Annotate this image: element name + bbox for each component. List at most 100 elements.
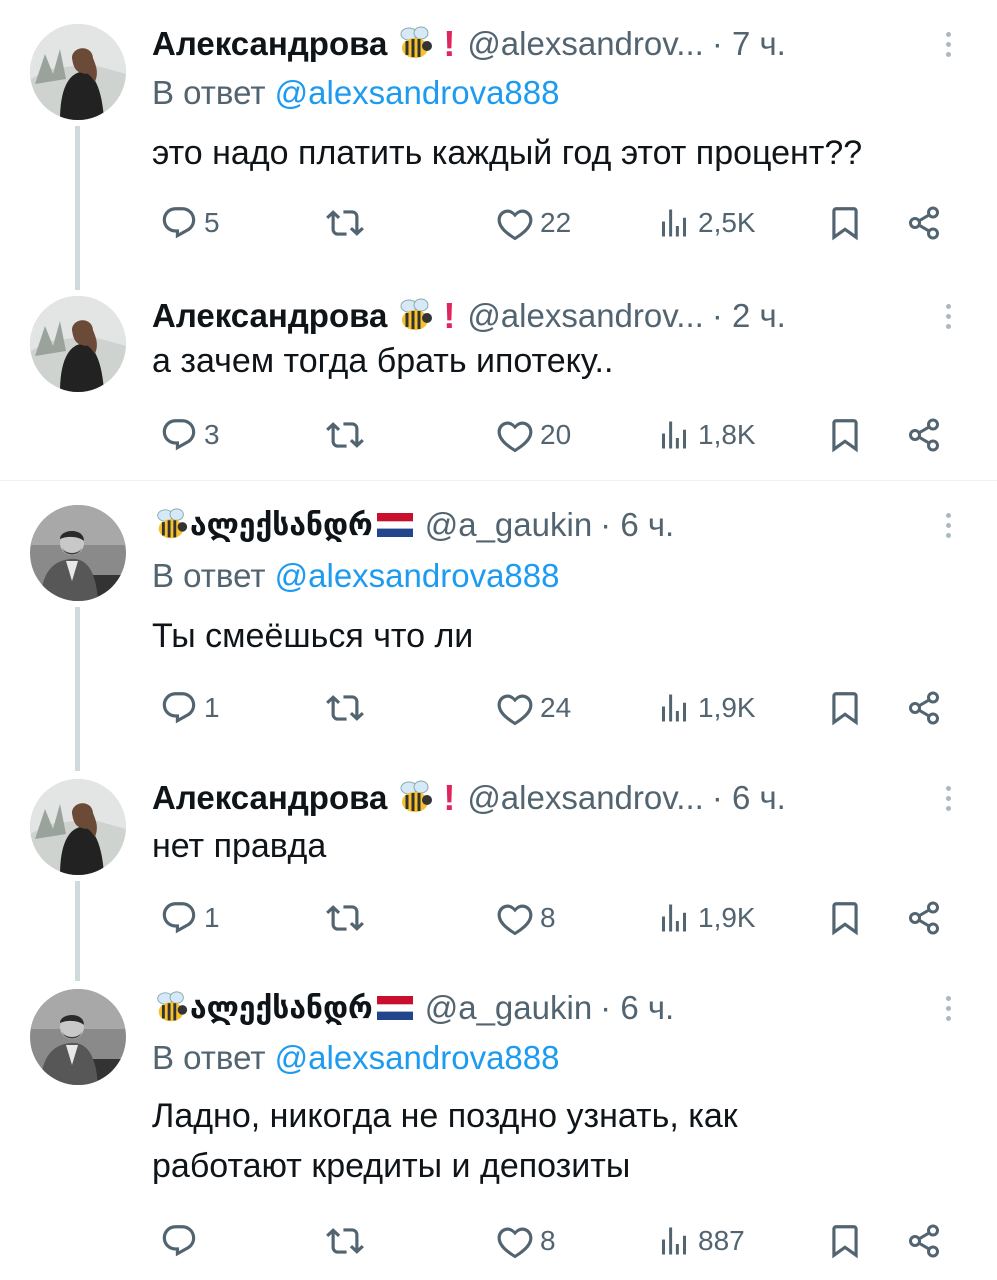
views-icon [656, 205, 692, 241]
more-vertical-icon[interactable] [930, 507, 966, 543]
retweet-button[interactable] [326, 198, 370, 248]
netherlands-flag-icon [377, 996, 413, 1020]
display-name[interactable]: Александрова [152, 25, 387, 63]
reply-mention-link[interactable]: @alexsandrova888 [275, 1039, 560, 1076]
like-button[interactable]: 8 [496, 1216, 556, 1266]
tweet-text: нет правда [152, 827, 327, 865]
action-bar: 8 887 [0, 1216, 997, 1266]
heart-icon [496, 1222, 534, 1260]
like-count: 22 [540, 207, 572, 238]
reply-mention-link[interactable]: @alexsandrova888 [275, 74, 560, 111]
avatar[interactable] [30, 779, 126, 875]
bookmark-button[interactable] [826, 198, 864, 248]
views-icon [656, 417, 692, 453]
retweet-button[interactable] [326, 410, 370, 460]
handle[interactable]: @a_gaukin [425, 989, 592, 1027]
retweet-icon [326, 204, 364, 242]
avatar[interactable] [30, 505, 126, 601]
like-count: 24 [540, 692, 572, 723]
bookmark-button[interactable] [826, 410, 864, 460]
share-icon [906, 1223, 942, 1259]
more-vertical-icon[interactable] [930, 298, 966, 334]
tweet-text: Ты смеёшься что ли [152, 617, 474, 655]
like-button[interactable]: 8 [496, 893, 556, 943]
display-name[interactable]: ალექსანდრ [190, 991, 373, 1026]
bookmark-button[interactable] [826, 683, 864, 733]
views-button[interactable]: 1,9K [656, 893, 756, 943]
tweet-text: Ладно, никогда не поздно узнать, как раб… [152, 1091, 972, 1191]
timestamp[interactable]: · 7 ч. [712, 25, 786, 63]
bookmark-button[interactable] [826, 893, 864, 943]
views-button[interactable]: 1,9K [656, 683, 756, 733]
heart-icon [496, 899, 534, 937]
share-button[interactable] [906, 198, 942, 248]
reply-icon [160, 689, 198, 727]
tweet-5[interactable]: ალექსანდრ @a_gaukin · 6 ч. В ответ @alex… [0, 981, 997, 1280]
avatar[interactable] [30, 989, 126, 1085]
action-bar: 5 22 2,5K [0, 198, 997, 248]
bookmark-button[interactable] [826, 1216, 864, 1266]
tweet-header: Александрова ! @alexsandrov... · 2 ч. [152, 294, 786, 338]
handle[interactable]: @alexsandrov... [467, 25, 704, 63]
more-vertical-icon[interactable] [930, 990, 966, 1026]
more-vertical-icon[interactable] [930, 26, 966, 62]
share-button[interactable] [906, 1216, 942, 1266]
views-button[interactable]: 2,5K [656, 198, 756, 248]
views-button[interactable]: 887 [656, 1216, 745, 1266]
timestamp[interactable]: · 2 ч. [712, 297, 786, 335]
timestamp[interactable]: · 6 ч. [600, 506, 674, 544]
bee-emoji-icon [152, 506, 190, 544]
bookmark-icon [826, 689, 864, 727]
like-button[interactable]: 24 [496, 683, 571, 733]
handle[interactable]: @a_gaukin [425, 506, 592, 544]
reply-count: 3 [204, 419, 220, 450]
tweet-1[interactable]: Александрова ! @alexsandrov... · 7 ч. В … [0, 0, 997, 290]
avatar[interactable] [30, 24, 126, 120]
timestamp[interactable]: · 6 ч. [600, 989, 674, 1027]
reply-button[interactable]: 3 [160, 410, 220, 460]
share-icon [906, 417, 942, 453]
tweet-text: а зачем тогда брать ипотеку.. [152, 342, 614, 380]
tweet-header: Александрова ! @alexsandrov... · 6 ч. [152, 776, 786, 820]
like-count: 8 [540, 902, 556, 933]
heart-icon [496, 204, 534, 242]
share-button[interactable] [906, 893, 942, 943]
views-icon [656, 690, 692, 726]
display-name[interactable]: Александрова [152, 297, 387, 335]
views-button[interactable]: 1,8K [656, 410, 756, 460]
views-icon [656, 1223, 692, 1259]
display-name[interactable]: Александрова [152, 779, 387, 817]
action-bar: 1 24 1,9K [0, 683, 997, 733]
reply-button[interactable]: 1 [160, 683, 220, 733]
reply-context: В ответ @alexsandrova888 [152, 74, 560, 112]
bee-emoji-icon [395, 296, 435, 336]
retweet-button[interactable] [326, 1216, 370, 1266]
share-button[interactable] [906, 410, 942, 460]
display-name[interactable]: ალექსანდრ [190, 508, 373, 543]
tweet-4[interactable]: Александрова ! @alexsandrov... · 6 ч. не… [0, 771, 997, 981]
reply-icon [160, 416, 198, 454]
reply-mention-link[interactable]: @alexsandrova888 [275, 557, 560, 594]
reply-context: В ответ @alexsandrova888 [152, 557, 560, 595]
handle[interactable]: @alexsandrov... [467, 297, 704, 335]
avatar[interactable] [30, 296, 126, 392]
reply-button[interactable] [160, 1216, 204, 1266]
reply-label: В ответ [152, 1039, 266, 1076]
like-count: 8 [540, 1225, 556, 1256]
timestamp[interactable]: · 6 ч. [712, 779, 786, 817]
reply-button[interactable]: 1 [160, 893, 220, 943]
tweet-3[interactable]: ალექსანდრ @a_gaukin · 6 ч. В ответ @alex… [0, 481, 997, 771]
tweet-text-line: работают кредиты и депозиты [152, 1147, 631, 1185]
like-button[interactable]: 20 [496, 410, 571, 460]
views-count: 2,5K [698, 207, 756, 238]
bee-emoji-icon [395, 24, 435, 64]
handle[interactable]: @alexsandrov... [467, 779, 704, 817]
more-vertical-icon[interactable] [930, 780, 966, 816]
share-button[interactable] [906, 683, 942, 733]
retweet-button[interactable] [326, 683, 370, 733]
like-button[interactable]: 22 [496, 198, 571, 248]
tweet-2[interactable]: Александрова ! @alexsandrov... · 2 ч. а … [0, 290, 997, 480]
retweet-button[interactable] [326, 893, 370, 943]
views-icon [656, 900, 692, 936]
reply-button[interactable]: 5 [160, 198, 220, 248]
